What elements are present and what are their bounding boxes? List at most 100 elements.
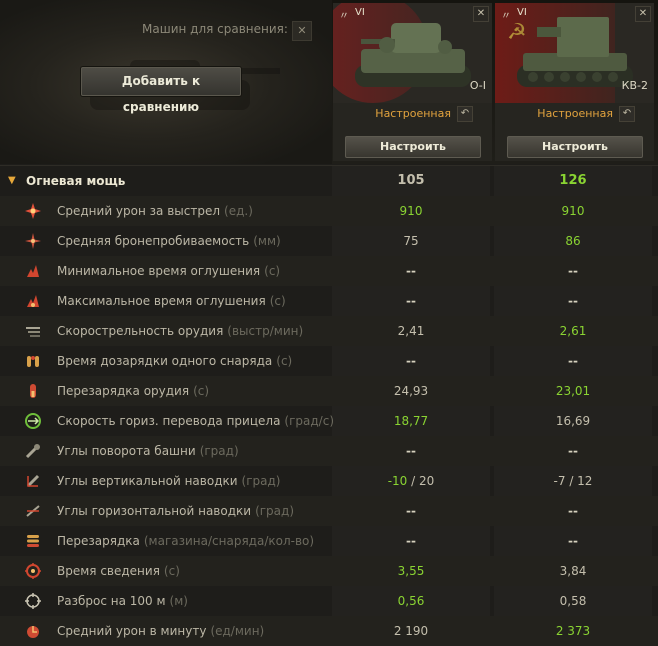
damage-icon <box>24 202 42 220</box>
stat-name: Скорость гориз. перевода прицела (град/с) <box>57 406 334 436</box>
stat-value-2: -- <box>568 504 578 518</box>
stat-row: Скорость гориз. перевода прицела (град/с)… <box>0 406 658 436</box>
stat-name: Перезарядка (магазина/снаряда/кол-во) <box>57 526 314 556</box>
stat-label: Перезарядка орудия <box>57 384 190 398</box>
vehicle-tier: VI <box>355 7 365 18</box>
stat-value-1: 24,93 <box>393 384 429 398</box>
clear-compare-button[interactable]: ✕ <box>292 21 312 41</box>
horizontal-angle-icon <box>24 502 42 520</box>
reload-icon <box>24 382 42 400</box>
tank-kv-2-image <box>517 17 633 87</box>
elevation-icon <box>24 472 42 490</box>
stat-name: Средний урон в минуту (ед/мин) <box>57 616 264 646</box>
vehicle-config-label: Настроенная <box>375 107 451 120</box>
stat-value-2: -- <box>568 534 578 548</box>
turret-angle-icon <box>24 442 42 460</box>
stat-unit: (магазина/снаряда/кол-во) <box>143 534 315 548</box>
stat-value-2: 0,58 <box>559 594 587 608</box>
stat-name: Перезарядка орудия (с) <box>57 376 209 406</box>
stat-value-1: -- <box>406 354 416 368</box>
stat-row: Скорострельность орудия (выстр/мин) 2,41 2,… <box>0 316 658 346</box>
stat-label: Скорострельность орудия <box>57 324 224 338</box>
vehicle-config-label: Настроенная <box>537 107 613 120</box>
stat-name: Средний урон за выстрел (ед.) <box>57 196 253 226</box>
undo-icon[interactable]: ↶ <box>619 106 635 122</box>
stat-value-2: 2,61 <box>559 324 587 338</box>
configure-vehicle-2-button[interactable]: Настроить <box>507 136 643 158</box>
stat-name: Углы поворота башни (град) <box>57 436 239 466</box>
stat-value-1: -- <box>406 444 416 458</box>
separator: / <box>407 474 419 488</box>
elevation-up-value: 12 <box>577 474 593 488</box>
stat-row: Минимальное время оглушения (с) -- -- <box>0 256 658 286</box>
stat-row: Максимальное время оглушения (с) -- -- <box>0 286 658 316</box>
stat-unit: (с) <box>276 354 293 368</box>
configure-vehicle-1-button[interactable]: Настроить <box>345 136 481 158</box>
stat-label: Скорость гориз. перевода прицела <box>57 414 281 428</box>
stat-label: Время сведения <box>57 564 160 578</box>
stat-value-1: -- <box>406 534 416 548</box>
stat-value-2: 2 373 <box>555 624 591 638</box>
stat-unit: (мм) <box>253 234 281 248</box>
stat-value-1: -- <box>406 294 416 308</box>
stat-value-2: 910 <box>561 204 585 218</box>
stat-value-2: 86 <box>565 234 581 248</box>
stat-value-2: 3,84 <box>559 564 587 578</box>
stat-value-1: 2 190 <box>393 624 429 638</box>
tank-o-i-image <box>355 23 471 87</box>
vehicle-class-icon: 〃 <box>501 11 511 22</box>
stat-row: Углы горизонтальной наводки (град) -- -- <box>0 496 658 526</box>
stat-label: Разброс на 100 м <box>57 594 166 608</box>
stat-label: Максимальное время оглушения <box>57 294 266 308</box>
stat-name: Скорострельность орудия (выстр/мин) <box>57 316 303 346</box>
stat-value-2: -- <box>568 294 578 308</box>
remove-vehicle-1-button[interactable]: ✕ <box>473 6 489 22</box>
add-vehicle-panel: Машин для сравнения:2 ✕ Добавить к сравн… <box>0 0 332 164</box>
stat-name: Разброс на 100 м (м) <box>57 586 188 616</box>
add-to-compare-button[interactable]: Добавить к сравнению <box>81 67 241 114</box>
stat-unit: (с) <box>163 564 180 578</box>
stat-row: Разброс на 100 м (м) 0,56 0,58 <box>0 586 658 616</box>
stat-unit: (град) <box>199 444 239 458</box>
section-header-firepower[interactable]: ▼ Огневая мощь 105 126 <box>0 166 658 196</box>
rate-of-fire-icon <box>24 322 42 340</box>
stat-value-1: -- <box>406 504 416 518</box>
stat-label: Углы горизонтальной наводки <box>57 504 252 518</box>
vehicle-class-icon: 〃 <box>339 11 349 22</box>
stat-unit: (с) <box>269 294 286 308</box>
remove-vehicle-2-button[interactable]: ✕ <box>635 6 651 22</box>
section-title: Огневая мощь <box>26 174 126 188</box>
stat-value-1: -10 / 20 <box>332 466 490 496</box>
stats-table: ▼ Огневая мощь 105 126 Средний урон за в… <box>0 166 658 646</box>
stat-label: Углы поворота башни <box>57 444 196 458</box>
stat-value-2: 16,69 <box>555 414 591 428</box>
stat-label: Минимальное время оглушения <box>57 264 261 278</box>
vehicle-name: O-I <box>469 79 486 92</box>
compare-header: Машин для сравнения:2 ✕ Добавить к сравн… <box>0 0 658 164</box>
stat-name: Время дозарядки одного снаряда (с) <box>57 346 292 376</box>
stat-value-1: 910 <box>399 204 423 218</box>
stat-row: Средний урон в минуту (ед/мин) 2 190 2 373 <box>0 616 658 646</box>
undo-icon[interactable]: ↶ <box>457 106 473 122</box>
stat-label: Средняя бронепробиваемость <box>57 234 250 248</box>
shell-reload-icon <box>24 352 42 370</box>
stat-unit: (град) <box>255 504 294 518</box>
stat-name: Максимальное время оглушения (с) <box>57 286 286 316</box>
elevation-down-value: -10 <box>387 474 408 488</box>
aim-time-icon <box>24 562 42 580</box>
stat-value-1: 75 <box>403 234 419 248</box>
stat-row: Средний урон за выстрел (ед.) 910 910 <box>0 196 658 226</box>
stat-value-2: -- <box>568 444 578 458</box>
stat-value-2: -7 / 12 <box>494 466 652 496</box>
chevron-down-icon: ▼ <box>8 175 16 186</box>
stat-name: Углы вертикальной наводки (град) <box>57 466 280 496</box>
stat-value-2: -- <box>568 264 578 278</box>
stat-value-2: 23,01 <box>555 384 591 398</box>
dispersion-icon <box>24 592 42 610</box>
section-value-2: 126 <box>559 173 587 188</box>
stat-name: Минимальное время оглушения (с) <box>57 256 280 286</box>
stat-value-1: -- <box>406 264 416 278</box>
traverse-icon <box>24 412 42 430</box>
stat-value-2: -- <box>568 354 578 368</box>
elevation-down-value: -7 <box>553 474 566 488</box>
